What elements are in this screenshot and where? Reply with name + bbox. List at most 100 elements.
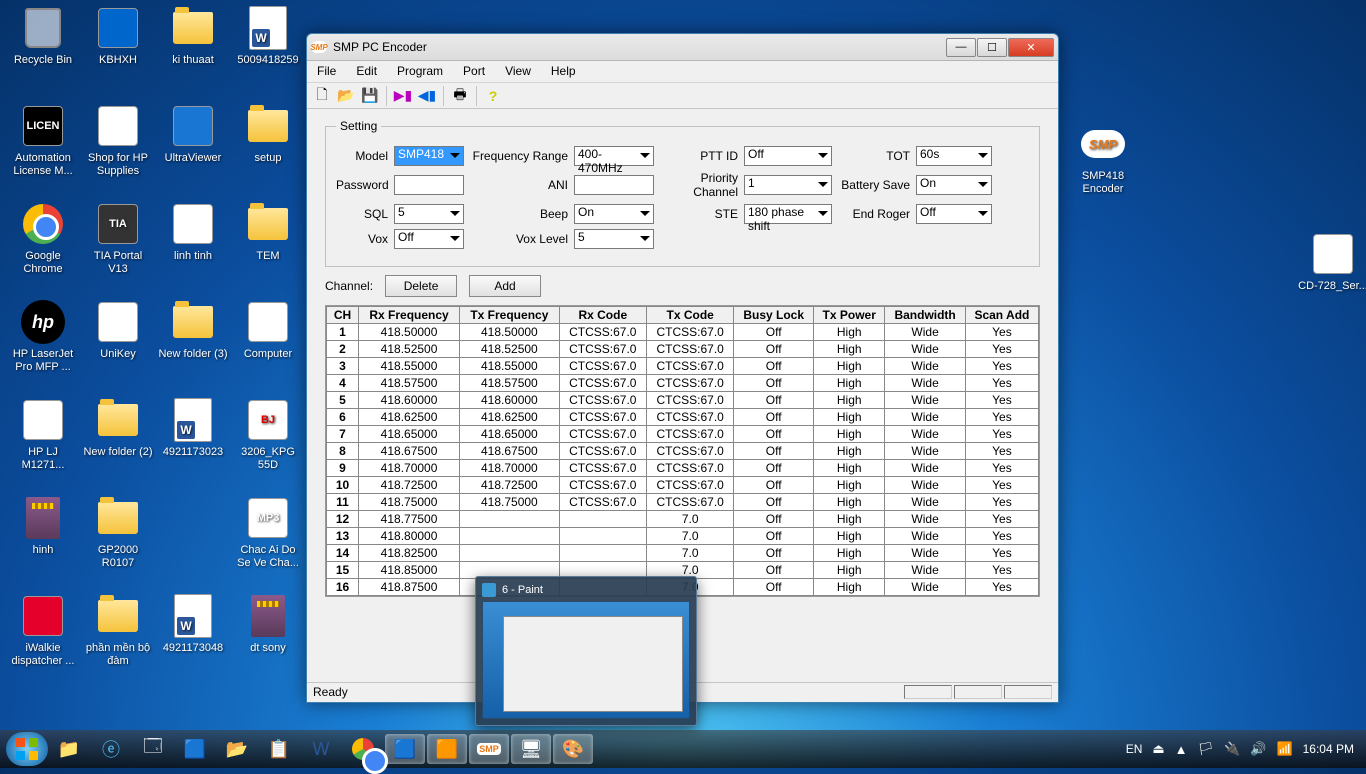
- cell[interactable]: CTCSS:67.0: [559, 460, 646, 477]
- menu-port[interactable]: Port: [453, 61, 495, 82]
- cell[interactable]: 418.80000: [359, 528, 460, 545]
- table-row[interactable]: 7418.65000418.65000CTCSS:67.0CTCSS:67.0O…: [327, 426, 1039, 443]
- col-header[interactable]: Rx Code: [559, 307, 646, 324]
- cell[interactable]: High: [814, 358, 885, 375]
- cell[interactable]: 418.50000: [359, 324, 460, 341]
- cell[interactable]: Off: [734, 528, 814, 545]
- cell[interactable]: Off: [734, 477, 814, 494]
- col-header[interactable]: Tx Frequency: [460, 307, 560, 324]
- cell[interactable]: Wide: [885, 341, 965, 358]
- col-header[interactable]: Scan Add: [965, 307, 1038, 324]
- cell[interactable]: Off: [734, 545, 814, 562]
- add-button[interactable]: Add: [469, 275, 541, 297]
- taskbar-paint-active[interactable]: 🎨: [553, 734, 593, 764]
- end-roger-input[interactable]: Off: [916, 204, 992, 224]
- col-header[interactable]: Tx Code: [646, 307, 733, 324]
- cell[interactable]: 418.82500: [359, 545, 460, 562]
- cell[interactable]: 418.72500: [460, 477, 560, 494]
- password-input[interactable]: [394, 175, 464, 195]
- ani-input[interactable]: [574, 175, 654, 195]
- cell[interactable]: High: [814, 426, 885, 443]
- taskbar-app-active[interactable]: 🟦: [385, 734, 425, 764]
- cell[interactable]: [460, 511, 560, 528]
- taskbar-smp-active[interactable]: SMP: [469, 734, 509, 764]
- cell[interactable]: 418.75000: [460, 494, 560, 511]
- cell[interactable]: 15: [327, 562, 359, 579]
- cell[interactable]: 418.70000: [460, 460, 560, 477]
- vox-input[interactable]: Off: [394, 229, 464, 249]
- cell[interactable]: CTCSS:67.0: [646, 477, 733, 494]
- cell[interactable]: Wide: [885, 545, 965, 562]
- cell[interactable]: 418.77500: [359, 511, 460, 528]
- cell[interactable]: 5: [327, 392, 359, 409]
- taskbar-thumbnail[interactable]: 6 - Paint: [475, 576, 697, 726]
- cell[interactable]: CTCSS:67.0: [559, 324, 646, 341]
- table-row[interactable]: 9418.70000418.70000CTCSS:67.0CTCSS:67.0O…: [327, 460, 1039, 477]
- titlebar[interactable]: SMP SMP PC Encoder — ☐ ✕: [307, 34, 1058, 61]
- maximize-button[interactable]: ☐: [977, 38, 1007, 57]
- desktop-icon[interactable]: dt sony: [233, 592, 303, 655]
- cell[interactable]: 9: [327, 460, 359, 477]
- cell[interactable]: Yes: [965, 341, 1038, 358]
- cell[interactable]: 418.67500: [359, 443, 460, 460]
- cell[interactable]: 418.87500: [359, 579, 460, 596]
- cell[interactable]: 418.60000: [359, 392, 460, 409]
- cell[interactable]: 418.62500: [359, 409, 460, 426]
- cell[interactable]: Wide: [885, 324, 965, 341]
- cell[interactable]: CTCSS:67.0: [646, 494, 733, 511]
- minimize-button[interactable]: —: [946, 38, 976, 57]
- cell[interactable]: Off: [734, 494, 814, 511]
- cell[interactable]: Wide: [885, 562, 965, 579]
- taskbar-chrome[interactable]: [343, 734, 383, 764]
- cell[interactable]: CTCSS:67.0: [646, 358, 733, 375]
- cell[interactable]: High: [814, 494, 885, 511]
- print-icon[interactable]: 🖶: [449, 85, 471, 107]
- cell[interactable]: [460, 545, 560, 562]
- desktop-icon[interactable]: UltraViewer: [158, 102, 228, 165]
- cell[interactable]: Off: [734, 341, 814, 358]
- cell[interactable]: Off: [734, 358, 814, 375]
- col-header[interactable]: CH: [327, 307, 359, 324]
- cell[interactable]: 418.50000: [460, 324, 560, 341]
- table-row[interactable]: 2418.52500418.52500CTCSS:67.0CTCSS:67.0O…: [327, 341, 1039, 358]
- table-row[interactable]: 5418.60000418.60000CTCSS:67.0CTCSS:67.0O…: [327, 392, 1039, 409]
- cell[interactable]: Yes: [965, 443, 1038, 460]
- cell[interactable]: 418.62500: [460, 409, 560, 426]
- cell[interactable]: CTCSS:67.0: [559, 375, 646, 392]
- cell[interactable]: 16: [327, 579, 359, 596]
- cell[interactable]: 418.55000: [359, 358, 460, 375]
- cell[interactable]: Off: [734, 579, 814, 596]
- cell[interactable]: High: [814, 545, 885, 562]
- cell[interactable]: Off: [734, 324, 814, 341]
- cell[interactable]: CTCSS:67.0: [559, 358, 646, 375]
- cell[interactable]: CTCSS:67.0: [559, 392, 646, 409]
- cell[interactable]: CTCSS:67.0: [559, 341, 646, 358]
- cell[interactable]: High: [814, 477, 885, 494]
- cell[interactable]: 7: [327, 426, 359, 443]
- cell[interactable]: Wide: [885, 375, 965, 392]
- cell[interactable]: CTCSS:67.0: [559, 494, 646, 511]
- cell[interactable]: 10: [327, 477, 359, 494]
- cell[interactable]: 418.75000: [359, 494, 460, 511]
- cell[interactable]: High: [814, 409, 885, 426]
- cell[interactable]: Off: [734, 426, 814, 443]
- cell[interactable]: Yes: [965, 426, 1038, 443]
- cell[interactable]: Yes: [965, 579, 1038, 596]
- help-icon[interactable]: ?: [482, 85, 504, 107]
- read-radio-icon[interactable]: ▶▮: [392, 85, 414, 107]
- cell[interactable]: CTCSS:67.0: [646, 324, 733, 341]
- cell[interactable]: High: [814, 341, 885, 358]
- vox-level-input[interactable]: 5: [574, 229, 654, 249]
- desktop-icon[interactable]: KBHXH: [83, 4, 153, 67]
- flag-icon[interactable]: 🏳: [1198, 741, 1215, 757]
- col-header[interactable]: Rx Frequency: [359, 307, 460, 324]
- ste-input[interactable]: 180 phase shift: [744, 204, 832, 224]
- desktop-icon[interactable]: SMPSMP418 Encoder: [1068, 120, 1138, 196]
- col-header[interactable]: Busy Lock: [734, 307, 814, 324]
- priority-channel-input[interactable]: 1: [744, 175, 832, 195]
- col-header[interactable]: Tx Power: [814, 307, 885, 324]
- desktop-icon[interactable]: phần mền bộ đàm: [83, 592, 153, 668]
- power-icon[interactable]: 🔌: [1224, 741, 1240, 757]
- cell[interactable]: High: [814, 579, 885, 596]
- cell[interactable]: 418.72500: [359, 477, 460, 494]
